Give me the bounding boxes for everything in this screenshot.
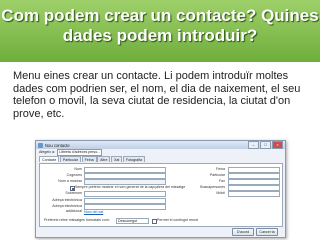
mobile-label: Mòbil [216, 191, 225, 195]
last-name-label: Cognoms [66, 173, 82, 177]
checkbox-row: Sempre preferix mostrar el nom generat d… [40, 185, 282, 191]
contact-card-icon [38, 142, 43, 148]
address-book-label: Afegeix a: [39, 150, 55, 154]
address-book-select[interactable]: Llibreta d'adreces perso... [56, 149, 103, 156]
window-controls: – □ × [248, 141, 283, 149]
field-row: Nom a mostrar Fax [40, 179, 282, 185]
tab-fotografia[interactable]: Fotografia [122, 156, 146, 162]
email-label: Adreça electrònica [52, 198, 82, 202]
nickname-label: Sobrenom [65, 191, 82, 195]
ok-button[interactable]: D'acord [232, 228, 254, 236]
nickname-field[interactable] [84, 191, 166, 197]
chat-name-link[interactable]: Nom del xat [84, 210, 103, 215]
contact-tab-panel: Nom Feina Cognoms Particular Nom a mostr… [39, 163, 283, 227]
fax-label: Fax [219, 179, 225, 183]
format-select[interactable]: Desconegut [116, 218, 149, 224]
slide-title: Com podem crear un contacte? Quines dade… [1, 6, 319, 45]
tab-contacte[interactable]: Contacte [39, 156, 60, 162]
pager-label: Buscapersones [200, 185, 225, 189]
slide-body-text: Menu eines crear un contacte. Li podem i… [13, 70, 301, 120]
cancel-button[interactable]: Cancel·la [256, 228, 278, 236]
new-contact-dialog: Nou contacte – □ × Afegeix a: Llibreta d… [35, 140, 286, 238]
dialog-title: Nou contacte [45, 142, 70, 148]
maximize-icon[interactable]: □ [260, 141, 271, 149]
dialog-titlebar: Nou contacte – □ × [36, 141, 285, 149]
dialog-button-row: D'acord Cancel·la [36, 227, 285, 236]
field-row: Nom Feina [40, 167, 282, 173]
tab-particular[interactable]: Particular [59, 156, 82, 162]
display-name-label: Nom a mostrar [58, 179, 82, 183]
tab-xat[interactable]: Xat [110, 156, 123, 162]
home-phone-label: Particular [209, 173, 225, 177]
first-name-label: Nom [74, 167, 82, 171]
work-phone-label: Feina [216, 167, 225, 171]
remote-content-label: Permet el contingut remot [157, 218, 199, 222]
tab-altre[interactable]: Altre [97, 156, 111, 162]
field-row: Adreça electrònica addicional [40, 204, 282, 213]
field-row: Adreça electrònica [40, 198, 282, 204]
close-icon[interactable]: × [272, 141, 283, 149]
format-label: Prefereix rebre missatges formatats com: [44, 218, 110, 222]
field-row: Nom del xat [40, 210, 282, 215]
field-row: Cognoms Particular [40, 173, 282, 179]
tab-feina[interactable]: Feina [81, 156, 97, 162]
mobile-field[interactable] [228, 191, 280, 197]
tab-bar: Contacte Particular Feina Altre Xat Foto… [36, 156, 285, 162]
prefer-display-name-label: Sempre preferix mostrar el nom generat d… [75, 185, 186, 189]
field-row: Sobrenom Mòbil [40, 191, 282, 197]
minimize-icon[interactable]: – [248, 141, 259, 149]
address-book-row: Afegeix a: Llibreta d'adreces perso... [36, 149, 285, 156]
format-row: Prefereix rebre missatges formatats com:… [40, 218, 282, 224]
